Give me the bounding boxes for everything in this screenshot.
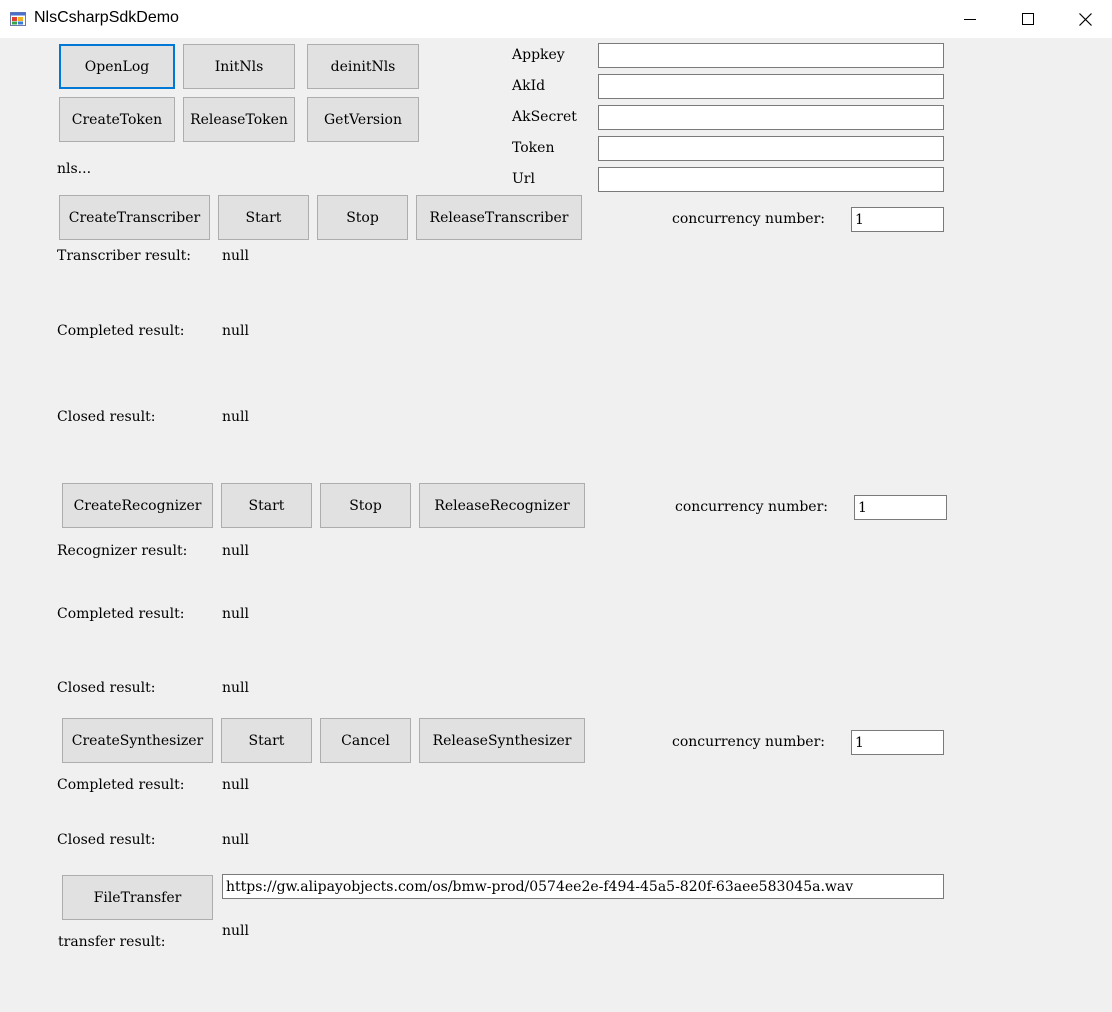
synthesizer-completed-label: Completed result: [57, 777, 185, 793]
synthesizer-completed-value: null [222, 777, 249, 793]
synthesizer-cancel-button[interactable]: Cancel [320, 718, 411, 763]
recognizer-concurrency-label: concurrency number: [675, 499, 828, 515]
url-input[interactable] [598, 167, 944, 192]
transcriber-closed-value: null [222, 409, 249, 425]
transcriber-concurrency-label: concurrency number: [672, 211, 825, 227]
transfer-result-label: transfer result: [58, 934, 166, 950]
token-input[interactable] [598, 136, 944, 161]
recognizer-closed-value: null [222, 680, 249, 696]
maximize-icon [1022, 13, 1034, 25]
release-synthesizer-button[interactable]: ReleaseSynthesizer [419, 718, 585, 763]
appkey-label: Appkey [512, 47, 565, 63]
recognizer-completed-value: null [222, 606, 249, 622]
recognizer-closed-label: Closed result: [57, 680, 156, 696]
minimize-button[interactable] [941, 0, 999, 38]
file-transfer-button[interactable]: FileTransfer [62, 875, 213, 920]
recognizer-start-button[interactable]: Start [221, 483, 312, 528]
maximize-button[interactable] [999, 0, 1057, 38]
transcriber-completed-value: null [222, 323, 249, 339]
get-version-button[interactable]: GetVersion [307, 97, 419, 142]
synthesizer-concurrency-input[interactable]: 1 [851, 730, 944, 755]
url-label: Url [512, 171, 535, 187]
nls-status-label: nls... [57, 161, 92, 177]
app-window-icon [10, 12, 26, 26]
release-transcriber-button[interactable]: ReleaseTranscriber [416, 195, 582, 240]
create-recognizer-button[interactable]: CreateRecognizer [62, 483, 213, 528]
recognizer-stop-button[interactable]: Stop [320, 483, 411, 528]
transcriber-start-button[interactable]: Start [218, 195, 309, 240]
synthesizer-closed-label: Closed result: [57, 832, 156, 848]
init-nls-button[interactable]: InitNls [183, 44, 295, 89]
minimize-icon [964, 19, 976, 20]
close-icon [1078, 12, 1092, 26]
transcriber-result-label: Transcriber result: [57, 248, 191, 264]
create-token-button[interactable]: CreateToken [59, 97, 175, 142]
release-token-button[interactable]: ReleaseToken [183, 97, 295, 142]
transcriber-stop-button[interactable]: Stop [317, 195, 408, 240]
release-recognizer-button[interactable]: ReleaseRecognizer [419, 483, 585, 528]
file-url-input[interactable]: https://gw.alipayobjects.com/os/bmw-prod… [222, 874, 944, 899]
transcriber-result-value: null [222, 248, 249, 264]
transcriber-completed-label: Completed result: [57, 323, 185, 339]
akid-label: AkId [512, 78, 546, 94]
aksecret-label: AkSecret [512, 109, 577, 125]
close-button[interactable] [1056, 0, 1112, 38]
create-synthesizer-button[interactable]: CreateSynthesizer [62, 718, 213, 763]
akid-input[interactable] [598, 74, 944, 99]
window-title: NlsCsharpSdkDemo [34, 9, 179, 26]
token-label: Token [512, 140, 555, 156]
transcriber-closed-label: Closed result: [57, 409, 156, 425]
synthesizer-closed-value: null [222, 832, 249, 848]
transcriber-concurrency-input[interactable]: 1 [851, 207, 944, 232]
appkey-input[interactable] [598, 43, 944, 68]
transfer-result-value: null [222, 923, 249, 939]
aksecret-input[interactable] [598, 105, 944, 130]
title-bar: NlsCsharpSdkDemo [0, 0, 1112, 38]
synthesizer-concurrency-label: concurrency number: [672, 734, 825, 750]
synthesizer-start-button[interactable]: Start [221, 718, 312, 763]
recognizer-result-value: null [222, 543, 249, 559]
create-transcriber-button[interactable]: CreateTranscriber [59, 195, 210, 240]
recognizer-result-label: Recognizer result: [57, 543, 188, 559]
open-log-button[interactable]: OpenLog [59, 44, 175, 89]
recognizer-concurrency-input[interactable]: 1 [854, 495, 947, 520]
recognizer-completed-label: Completed result: [57, 606, 185, 622]
deinit-nls-button[interactable]: deinitNls [307, 44, 419, 89]
